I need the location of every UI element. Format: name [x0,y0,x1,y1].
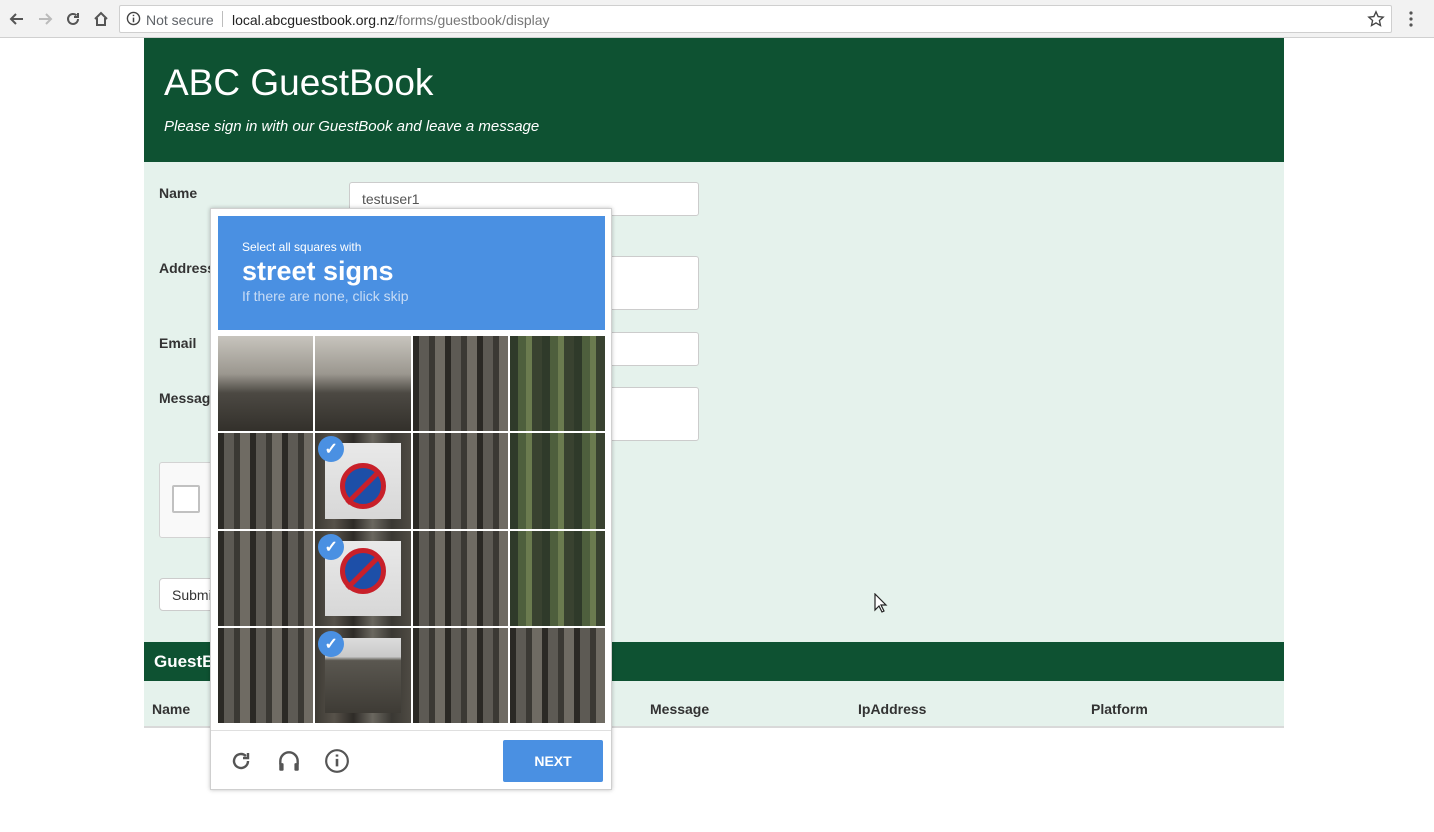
mouse-pointer-icon [874,592,888,618]
no-parking-sign-icon [339,462,386,509]
home-icon[interactable] [90,8,112,30]
captcha-tile[interactable] [218,627,314,723]
page-title: ABC GuestBook [164,62,434,103]
address-label: Address [159,260,216,276]
captcha-tile[interactable] [218,530,314,626]
captcha-tile[interactable] [509,627,605,723]
captcha-hint: If there are none, click skip [242,288,409,304]
back-arrow-icon[interactable] [6,8,28,30]
headphones-icon[interactable] [274,746,304,776]
page-header: ABC GuestBook Please sign in with our Gu… [144,38,1284,162]
column-header-ipaddress: IpAddress [858,701,927,717]
info-circle-icon[interactable] [322,746,352,776]
captcha-tile[interactable] [509,530,605,626]
captcha-tile[interactable] [509,336,605,432]
captcha-instruction-banner: Select all squares with street signs If … [218,216,605,330]
captcha-tile[interactable] [218,433,314,529]
security-label[interactable]: Not secure [146,12,214,28]
address-bar[interactable]: Not secure local.abcguestbook.org.nz/for… [119,5,1392,33]
url-path: /forms/guestbook/display [394,12,550,28]
recaptcha-checkbox[interactable] [172,485,200,513]
captcha-image-grid: ✓ ✓ ✓ [218,336,605,723]
checkmark-icon: ✓ [318,630,345,657]
captcha-tile[interactable] [412,433,508,529]
bookmark-star-icon[interactable] [1367,10,1385,31]
page-subtitle: Please sign in with our GuestBook and le… [164,118,540,135]
captcha-footer: NEXT [211,730,611,790]
captcha-tile[interactable] [218,336,314,432]
captcha-tile[interactable] [509,433,605,529]
captcha-tile[interactable] [315,336,411,432]
reload-icon[interactable] [62,8,84,30]
column-header-platform: Platform [1091,701,1148,717]
column-header-message: Message [650,701,710,717]
kebab-menu-icon[interactable] [1403,8,1419,30]
captcha-tile-selected[interactable]: ✓ [315,530,411,626]
info-icon[interactable] [126,11,141,29]
captcha-target: street signs [242,256,394,286]
forward-arrow-icon[interactable] [34,8,56,30]
captcha-tile[interactable] [412,530,508,626]
divider [222,11,223,27]
refresh-icon[interactable] [226,746,256,776]
captcha-instruction: Select all squares with [242,240,362,254]
column-header-name: Name [152,701,191,717]
next-button[interactable]: NEXT [503,740,603,782]
captcha-tile-selected[interactable]: ✓ [315,627,411,723]
browser-toolbar: Not secure local.abcguestbook.org.nz/for… [0,0,1434,38]
captcha-challenge-popup: Select all squares with street signs If … [210,208,612,790]
checkmark-icon: ✓ [318,533,345,560]
captcha-tile[interactable] [412,336,508,432]
captcha-tile[interactable] [412,627,508,723]
name-label: Name [159,185,198,201]
captcha-tile-selected[interactable]: ✓ [315,433,411,529]
url-host: local.abcguestbook.org.nz [232,12,395,28]
url-text[interactable]: local.abcguestbook.org.nz/forms/guestboo… [232,12,550,28]
email-label: Email [159,335,197,351]
no-parking-sign-icon [339,548,386,595]
